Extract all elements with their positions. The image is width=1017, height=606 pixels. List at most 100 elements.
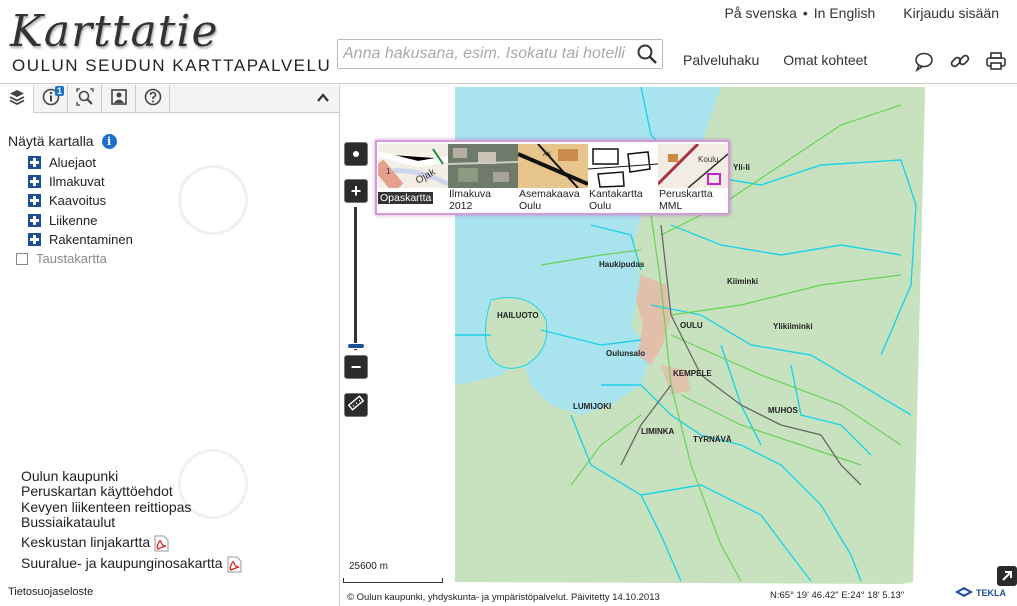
privacy-link[interactable]: Tietosuojaseloste [8, 586, 93, 598]
place-label-yli-ii: Yli-Ii [733, 163, 750, 172]
karttatie-logo[interactable]: Karttatie OULUN SEUDUN KARTTAPALVELU [10, 10, 331, 76]
search-icon[interactable] [636, 43, 658, 65]
basemap-label: Ilmakuva 2012 [449, 188, 492, 212]
link-oulun-kaupunki[interactable]: Oulun kaupunki [21, 468, 242, 484]
expand-plus-icon[interactable] [28, 213, 41, 227]
locate-button[interactable] [344, 142, 368, 166]
info-count-badge: 1 [54, 86, 64, 96]
expand-plus-icon[interactable] [28, 156, 41, 170]
place-label-liminka: LIMINKA [641, 427, 675, 436]
place-label-kempele: KEMPELE [673, 369, 712, 378]
useful-links: Oulun kaupunki Peruskartan käyttöehdot K… [21, 468, 242, 573]
zoom-slider-handle[interactable] [347, 343, 365, 349]
zoom-search-icon [75, 87, 94, 111]
search-input[interactable] [338, 40, 628, 68]
header-nav: Palveluhaku Omat kohteet [683, 52, 867, 68]
basemap-opaskartta[interactable]: 1 Ojak Opaskartta [378, 144, 448, 214]
lang-swedish-link[interactable]: På svenska [725, 5, 797, 21]
layer-item-kaavoitus[interactable]: Kaavoitus [28, 191, 133, 210]
help-icon [144, 88, 162, 111]
svg-text:Koulu: Koulu [698, 155, 718, 164]
chat-icon[interactable] [913, 50, 935, 73]
link-text[interactable]: Peruskartan käyttöehdot [21, 483, 173, 499]
base-map-checkbox[interactable] [16, 252, 28, 265]
layers-heading: Näytä kartalla i [8, 133, 133, 149]
basemap-kantakartta[interactable]: Kantakartta Oulu [588, 144, 658, 214]
basemap-peruskartta[interactable]: Koulu Peruskartta MML [658, 144, 728, 214]
layer-label: Aluejaot [49, 155, 96, 171]
side-panel: 1 Näytä kartalla i Aluejaot Ilmakuvat Ka… [0, 85, 340, 606]
arrow-up-right-icon [997, 571, 1017, 590]
link-text[interactable]: Bussiaikataulut [21, 514, 115, 530]
link-text[interactable]: Suuralue- ja kaupunginosakartta [21, 556, 223, 572]
svg-text:AK: AK [543, 152, 551, 158]
chevron-up-icon[interactable] [315, 90, 331, 106]
image-tab[interactable] [102, 85, 136, 113]
layer-item-liikenne[interactable]: Liikenne [28, 211, 133, 230]
basemap-label: Kantakartta Oulu [589, 188, 643, 212]
link-route-planner[interactable]: Kevyen liikenteen reittiopas [21, 499, 242, 515]
place-label-ylikiiminki: Ylikiiminki [773, 322, 813, 331]
place-label-tyrnava: TYRNÄVÄ [693, 435, 732, 444]
basemap-thumbnail: AK [518, 144, 588, 188]
map-view[interactable]: Yli-Ii Haukipudas Kiiminki HAILUOTO OULU… [341, 85, 1017, 606]
scale-bar [343, 578, 443, 583]
pdf-icon[interactable] [227, 556, 242, 573]
link-district-map[interactable]: Suuralue- ja kaupunginosakartta [21, 556, 242, 573]
basemap-thumbnail [448, 144, 518, 188]
layers-icon [8, 88, 26, 111]
image-icon [110, 88, 128, 111]
layer-item-rakentaminen[interactable]: Rakentaminen [28, 230, 133, 249]
expand-plus-icon[interactable] [28, 194, 41, 208]
basemap-thumbnail: Koulu [658, 144, 728, 188]
place-label-oulunsalo: Oulunsalo [606, 349, 646, 358]
place-label-haukipudas: Haukipudas [599, 260, 645, 269]
link-text[interactable]: Keskustan linjakartta [21, 535, 150, 551]
layer-item-ilmakuvat[interactable]: Ilmakuvat [28, 172, 133, 191]
link-peruskartta-terms[interactable]: Peruskartan käyttöehdot [21, 483, 242, 499]
ruler-icon [347, 394, 365, 417]
zoom-in-button[interactable]: + [344, 179, 368, 203]
link-icon[interactable] [949, 50, 971, 72]
layer-label: Liikenne [49, 212, 98, 228]
basemap-label: Opaskartta [378, 192, 434, 204]
basemap-ilmakuva[interactable]: Ilmakuva 2012 [448, 144, 518, 214]
place-label-hailuoto: HAILUOTO [497, 311, 539, 320]
layer-label: Ilmakuvat [49, 174, 105, 190]
pdf-icon[interactable] [154, 535, 169, 552]
top-links: På svenska • In English Kirjaudu sisään [725, 5, 1000, 21]
search-tab[interactable] [68, 85, 102, 113]
layer-label: Kaavoitus [49, 193, 107, 209]
zoom-slider[interactable] [354, 207, 357, 350]
logo-script: Karttatie [10, 6, 219, 57]
link-bus-timetables[interactable]: Bussiaikataulut [21, 514, 242, 530]
link-text[interactable]: Kevyen liikenteen reittiopas [21, 499, 191, 515]
lang-separator: • [802, 5, 808, 21]
help-tab[interactable] [136, 85, 170, 113]
dot-icon [353, 151, 359, 157]
lang-english-link[interactable]: In English [814, 5, 875, 21]
base-map-toggle[interactable]: Taustakartta [16, 249, 133, 269]
plus-icon: + [350, 180, 362, 201]
expand-corner-button[interactable] [997, 566, 1017, 586]
layer-item-aluejaot[interactable]: Aluejaot [28, 153, 133, 172]
print-icon[interactable] [985, 50, 1007, 72]
zoom-out-button[interactable]: − [344, 355, 368, 379]
basemap-thumbnail [588, 144, 658, 188]
measure-button[interactable] [344, 393, 368, 417]
basemap-switcher: 1 Ojak Opaskartta Ilmakuva 2012 AK Asemak… [375, 140, 730, 215]
layers-tab[interactable] [0, 85, 34, 113]
basemap-asemakaava[interactable]: AK Asemakaava Oulu [518, 144, 588, 214]
info-tab[interactable]: 1 [34, 85, 68, 113]
login-link[interactable]: Kirjaudu sisään [903, 5, 999, 21]
expand-plus-icon[interactable] [28, 175, 41, 189]
own-items-link[interactable]: Omat kohteet [783, 52, 867, 68]
service-search-link[interactable]: Palveluhaku [683, 52, 759, 68]
layer-list: Näytä kartalla i Aluejaot Ilmakuvat Kaav… [8, 133, 133, 269]
expand-plus-icon[interactable] [28, 232, 41, 246]
link-center-lines[interactable]: Keskustan linjakartta [21, 535, 242, 552]
info-circle-icon[interactable]: i [101, 133, 117, 149]
link-text[interactable]: Oulun kaupunki [21, 468, 118, 484]
place-label-kiiminki: Kiiminki [727, 277, 759, 286]
place-label-lumijoki: LUMIJOKI [573, 402, 612, 411]
